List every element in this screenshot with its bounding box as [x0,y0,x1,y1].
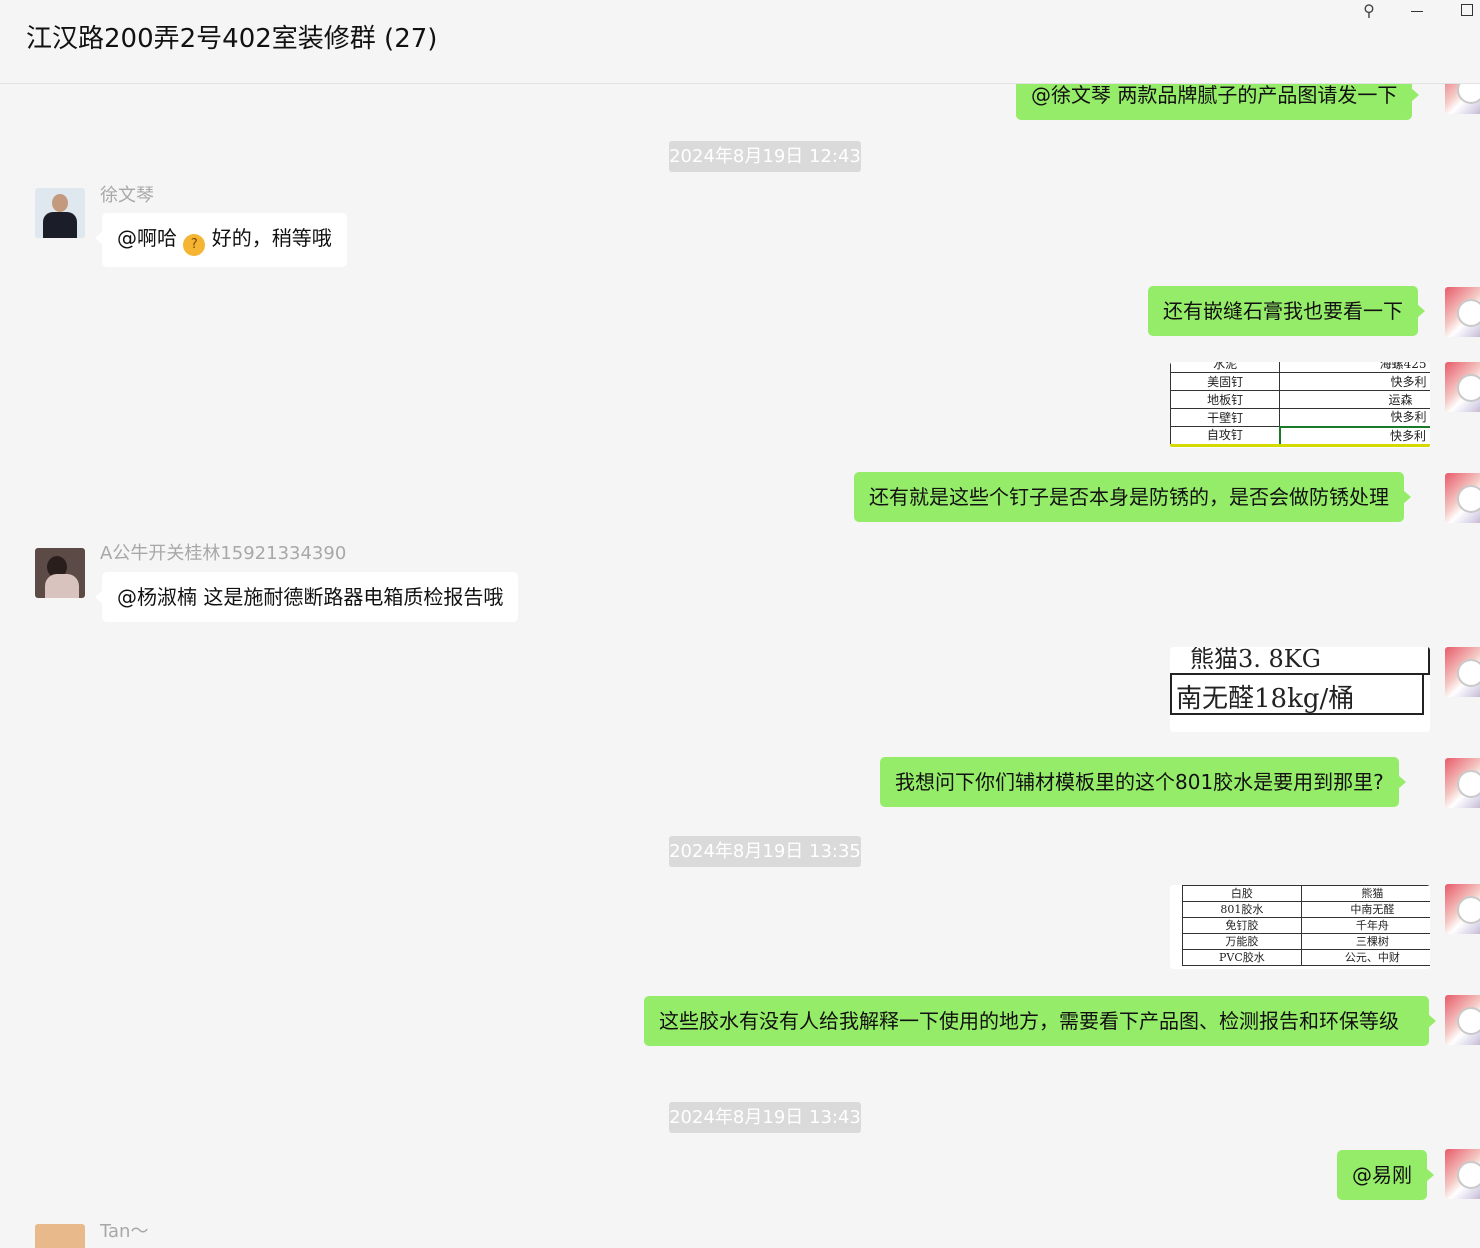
pin-icon[interactable]: ⚲ [1354,0,1384,22]
image-table-row: 熊猫3. 8KG [1170,647,1430,675]
table-cell: 三棵树 [1300,933,1430,950]
message-text: 好的，稍等哦 [211,226,332,250]
image-table-row: 南无醛18kg/桶 [1170,675,1424,715]
table-cell: 美固钉 [1170,372,1281,391]
table-cell: 海螺425 [1279,362,1430,373]
table-cell: 801胶水 [1182,901,1302,918]
table-row: 免钉胶 千年舟 [1182,917,1430,934]
message-bubble-self[interactable]: @徐文琴 两款品牌腻子的产品图请发一下 [1016,84,1420,120]
chat-header: 江汉路200弄2号402室装修群 (27) ⚲ [0,0,1480,84]
table-cell: 干壁钉 [1170,408,1281,427]
self-avatar[interactable] [1445,647,1480,697]
message-bubble-other[interactable]: @杨淑楠 这是施耐德断路器电箱质检报告哦 [94,572,519,622]
table-row: 地板钉 运森 [1170,390,1430,409]
table-cell: 快多利 [1279,372,1430,391]
self-avatar[interactable] [1445,1149,1480,1199]
message-text: 还有就是这些个钉子是否本身是防锈的，是否会做防锈处理 [869,485,1389,509]
message-text: @啊哈 [117,226,177,250]
table-row: 水泥 海螺425 [1170,362,1430,373]
table-row: 白胶 熊猫 [1182,885,1430,902]
self-avatar[interactable] [1445,287,1480,337]
message-bubble-self[interactable]: 还有就是这些个钉子是否本身是防锈的，是否会做防锈处理 [854,472,1411,522]
table-cell: 快多利 [1278,425,1430,446]
timestamp: 2024年8月19日 12:43 [669,141,861,172]
message-bubble-self[interactable]: 还有嵌缝石膏我也要看一下 [1148,286,1425,336]
table-cell: 白胶 [1182,885,1302,902]
message-bubble-self[interactable]: 这些胶水有没有人给我解释一下使用的地方，需要看下产品图、检测报告和环保等级 [644,996,1436,1046]
image-text: 熊猫3. 8KG [1190,647,1321,673]
table-cell: 地板钉 [1170,390,1281,409]
message-text: @易刚 [1352,1163,1412,1187]
message-list[interactable]: @徐文琴 两款品牌腻子的产品图请发一下 2024年8月19日 12:43 徐文琴… [0,84,1480,1248]
self-avatar[interactable] [1445,995,1480,1045]
nails-table: 水泥 海螺425 美固钉 快多利 地板钉 运森 干壁钉 快多利 自攻钉 快多利 [1170,362,1430,447]
table-cell: PVC胶水 [1182,949,1302,966]
sender-name: 徐文琴 [100,185,154,206]
self-avatar[interactable] [1445,84,1480,114]
minimize-icon[interactable] [1402,0,1432,22]
message-bubble-other[interactable]: @啊哈 ? 好的，稍等哦 [95,213,347,267]
message-text: 这些胶水有没有人给我解释一下使用的地方，需要看下产品图、检测报告和环保等级 [659,1009,1399,1033]
avatar-xu-wenqin[interactable] [35,188,85,238]
message-text: 我想问下你们辅材模板里的这个801胶水是要用到那里? [895,770,1384,794]
timestamp: 2024年8月19日 13:35 [669,836,861,867]
self-avatar[interactable] [1445,758,1480,808]
self-avatar[interactable] [1445,473,1480,523]
table-cell: 运森 [1279,390,1430,409]
message-bubble-self[interactable]: @易刚 [1337,1150,1434,1200]
table-row: 自攻钉 快多利 [1170,425,1430,446]
table-cell: 万能胶 [1182,933,1302,950]
message-text: @徐文琴 两款品牌腻子的产品图请发一下 [1031,84,1398,107]
table-cell: 熊猫 [1300,885,1430,902]
table-cell: 快多利 [1279,408,1430,427]
self-avatar[interactable] [1445,884,1480,934]
table-cell: 水泥 [1170,362,1281,373]
table-cell: 公元、中财 [1300,949,1430,966]
thinking-face-icon: ? [183,234,206,256]
sender-name: A公牛开关桂林15921334390 [100,543,347,564]
glue-table: 白胶 熊猫 801胶水 中南无醛 免钉胶 千年舟 万能胶 三棵树 PVC胶水 公元、中财 [1182,885,1430,966]
table-cell: 千年舟 [1300,917,1430,934]
image-message-glue-weight[interactable]: 熊猫3. 8KG 南无醛18kg/桶 [1170,647,1430,732]
avatar-a-gongniu[interactable] [35,548,85,598]
message-bubble-self[interactable]: 我想问下你们辅材模板里的这个801胶水是要用到那里? [880,757,1406,807]
timestamp: 2024年8月19日 13:43 [669,1102,861,1133]
table-row: 801胶水 中南无醛 [1182,901,1430,918]
table-row: 美固钉 快多利 [1170,372,1430,391]
table-cell: 免钉胶 [1182,917,1302,934]
image-message-glue-table[interactable]: 白胶 熊猫 801胶水 中南无醛 免钉胶 千年舟 万能胶 三棵树 PVC胶水 公元、中财 [1170,885,1430,969]
maximize-icon[interactable] [1452,0,1480,22]
image-message-nails-table[interactable]: 水泥 海螺425 美固钉 快多利 地板钉 运森 干壁钉 快多利 自攻钉 快多利 [1170,362,1430,448]
table-row: 万能胶 三棵树 [1182,933,1430,950]
message-text: 还有嵌缝石膏我也要看一下 [1163,299,1403,323]
sender-name: Tan～ [100,1221,149,1242]
table-cell: 中南无醛 [1300,901,1430,918]
table-cell: 自攻钉 [1170,426,1281,446]
group-title: 江汉路200弄2号402室装修群 (27) [26,24,438,54]
image-text: 南无醛18kg/桶 [1176,684,1355,714]
message-text: @杨淑楠 这是施耐德断路器电箱质检报告哦 [117,585,504,609]
table-row: PVC胶水 公元、中财 [1182,949,1430,966]
table-row: 干壁钉 快多利 [1170,408,1430,427]
avatar-tan[interactable] [35,1224,85,1248]
self-avatar[interactable] [1445,362,1480,412]
chat-window: 江汉路200弄2号402室装修群 (27) ⚲ @徐文琴 两款品牌腻子的产品图请… [0,0,1480,1248]
